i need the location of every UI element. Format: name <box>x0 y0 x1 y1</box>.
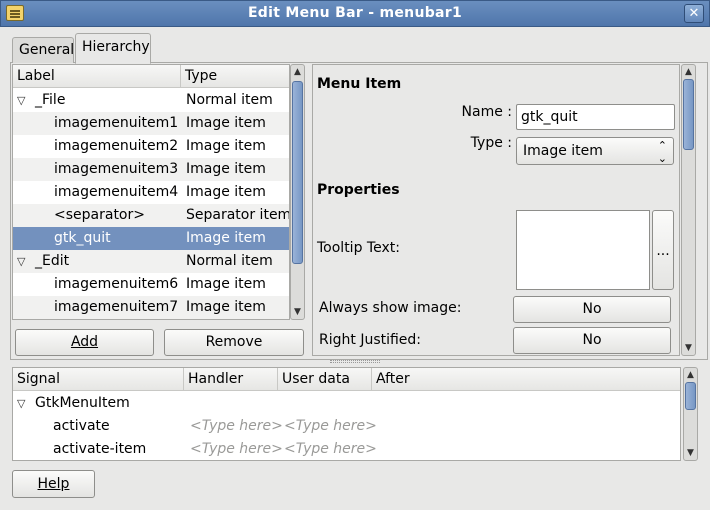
tree-row-label: <separator> <box>54 207 145 223</box>
tooltip-edit-button[interactable]: ... <box>652 210 674 290</box>
scroll-up-arrow[interactable]: ▲ <box>682 65 695 79</box>
tree-row-type: Image item <box>186 161 266 177</box>
type-value: Image item <box>523 143 603 159</box>
tree-row[interactable]: <separator> Separator item <box>13 204 289 227</box>
tree-row-label: imagemenuitem3 <box>54 161 179 177</box>
tree-row-type: Separator item <box>186 207 290 223</box>
signal-row[interactable]: activate-item <Type here> <Type here> <box>13 438 680 460</box>
tree-row[interactable]: imagemenuitem2 Image item <box>13 135 289 158</box>
tree-row-label: _File <box>35 92 66 108</box>
scroll-up-arrow[interactable]: ▲ <box>291 65 304 79</box>
tree-row-type: Image item <box>186 138 266 154</box>
signal-group-row[interactable]: ▽ GtkMenuItem <box>13 392 680 415</box>
always-show-image-label: Always show image: <box>319 300 462 316</box>
scroll-down-arrow[interactable]: ▼ <box>682 341 695 355</box>
column-header-handler[interactable]: Handler <box>184 368 278 391</box>
scroll-up-arrow[interactable]: ▲ <box>684 368 697 382</box>
tree-row[interactable]: gtk_quit Image item <box>13 227 289 250</box>
tree-row-label: _Edit <box>35 253 70 269</box>
tree-row[interactable]: ▽ _File Normal item <box>13 89 289 112</box>
tree-scrollbar[interactable]: ▲ ▼ <box>290 64 305 320</box>
tree-scroll-thumb[interactable] <box>292 81 303 264</box>
signal-name: activate-item <box>53 441 147 457</box>
handler-cell[interactable]: <Type here> <box>190 438 283 460</box>
handler-cell[interactable]: <Type here> <box>190 415 283 438</box>
column-header-after[interactable]: After <box>372 368 680 391</box>
tree-row-type: Normal item <box>186 92 273 108</box>
type-combo[interactable]: Image item ⌃ ⌄ <box>516 137 674 165</box>
combo-arrows-icon: ⌃ ⌄ <box>657 139 667 165</box>
column-header-type[interactable]: Type <box>181 65 289 88</box>
tree-row[interactable]: imagemenuitem7 Image item <box>13 296 289 319</box>
menu-item-heading: Menu Item <box>317 76 402 92</box>
properties-scrollbar[interactable]: ▲ ▼ <box>681 64 696 356</box>
column-header-signal[interactable]: Signal <box>13 368 184 391</box>
scroll-down-arrow[interactable]: ▼ <box>684 446 697 460</box>
pane-resize-handle[interactable] <box>330 360 380 363</box>
tree-row[interactable]: imagemenuitem1 Image item <box>13 112 289 135</box>
tooltip-label: Tooltip Text: <box>317 240 400 256</box>
tree-row[interactable]: imagemenuitem6 Image item <box>13 273 289 296</box>
signal-group-name: GtkMenuItem <box>35 395 130 411</box>
user-data-cell[interactable]: <Type here> <box>284 438 377 460</box>
properties-heading: Properties <box>317 182 400 198</box>
tree-row[interactable]: imagemenuitem3 Image item <box>13 158 289 181</box>
tree-row-label: imagemenuitem2 <box>54 138 179 154</box>
help-button[interactable]: Help <box>12 470 95 498</box>
tree-row-type: Image item <box>186 276 266 292</box>
tree-row-label: imagemenuitem7 <box>54 299 179 315</box>
right-justified-label: Right Justified: <box>319 332 422 348</box>
column-header-label[interactable]: Label <box>13 65 181 88</box>
signals-tree[interactable]: Signal Handler User data After ▽ GtkMenu… <box>12 367 681 461</box>
remove-button[interactable]: Remove <box>164 329 304 356</box>
name-field[interactable]: gtk_quit <box>516 104 675 130</box>
hierarchy-tree[interactable]: Label Type ▽ _File Normal item imagemenuite… <box>12 64 290 320</box>
tree-row-label: imagemenuitem6 <box>54 276 179 292</box>
tree-row-label: imagemenuitem1 <box>54 115 179 131</box>
tree-row-type: Image item <box>186 299 266 315</box>
tree-row[interactable]: imagemenuitem4 Image item <box>13 181 289 204</box>
signal-name: activate <box>53 418 110 434</box>
tree-row[interactable]: ▽ _Edit Normal item <box>13 250 289 273</box>
always-show-image-toggle[interactable]: No <box>513 296 671 323</box>
tree-row-type: Image item <box>186 115 266 131</box>
signals-scrollbar[interactable]: ▲ ▼ <box>683 367 698 461</box>
tree-row-type: Image item <box>186 184 266 200</box>
tree-row-type: Normal item <box>186 253 273 269</box>
add-button[interactable]: Add <box>15 329 154 356</box>
expander-icon[interactable]: ▽ <box>17 250 25 273</box>
signals-scroll-thumb[interactable] <box>685 382 696 410</box>
tooltip-textarea[interactable] <box>516 210 650 290</box>
type-label: Type : <box>470 135 512 151</box>
window-title: Edit Menu Bar - menubar1 <box>247 5 463 21</box>
column-header-user-data[interactable]: User data <box>278 368 372 391</box>
user-data-cell[interactable]: <Type here> <box>284 415 377 438</box>
tree-row-type: Image item <box>186 230 266 246</box>
right-justified-toggle[interactable]: No <box>513 327 671 354</box>
tab-hierarchy[interactable]: Hierarchy <box>75 33 151 64</box>
expander-icon[interactable]: ▽ <box>17 89 25 112</box>
expander-icon[interactable]: ▽ <box>17 392 25 415</box>
properties-scroll-thumb[interactable] <box>683 79 694 150</box>
tree-row-label: gtk_quit <box>54 230 111 246</box>
scroll-down-arrow[interactable]: ▼ <box>291 305 304 319</box>
tree-row-label: imagemenuitem4 <box>54 184 179 200</box>
name-label: Name : <box>461 104 512 120</box>
tab-general[interactable]: General <box>12 37 74 63</box>
signal-row[interactable]: activate <Type here> <Type here> <box>13 415 680 438</box>
close-button[interactable]: ✕ <box>684 4 704 23</box>
